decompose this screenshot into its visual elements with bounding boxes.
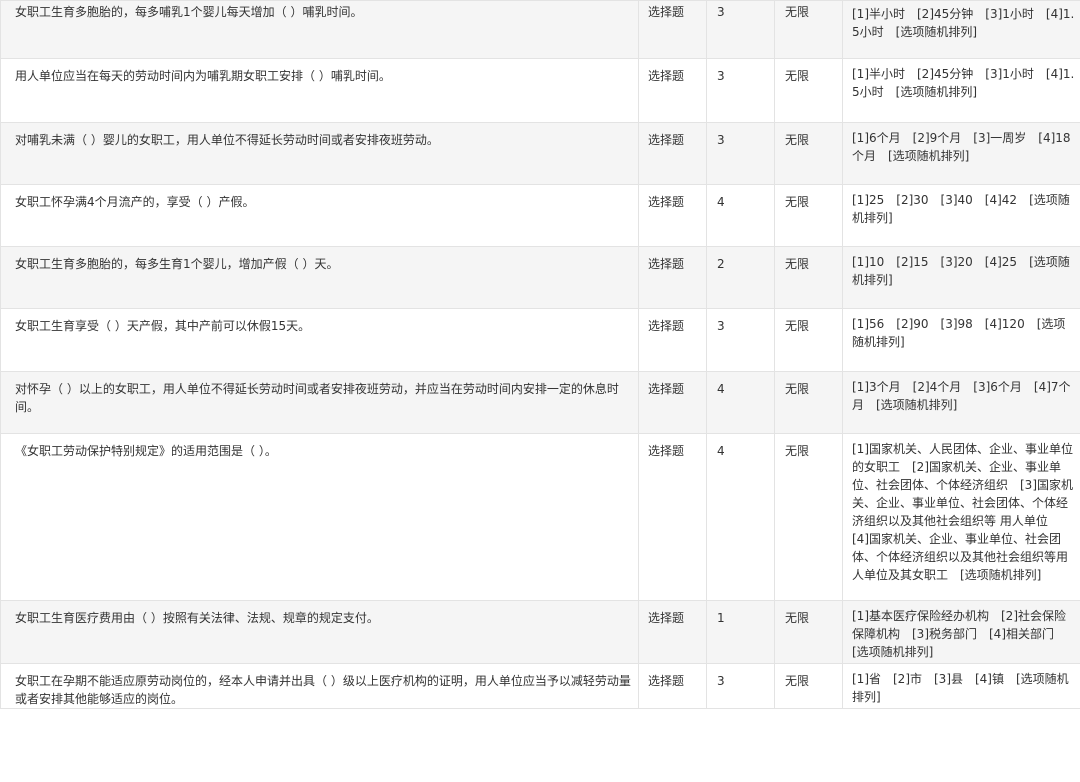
question-type: 选择题 (638, 600, 707, 664)
question-options: [1]国家机关、人民团体、企业、事业单位的女职工 [2]国家机关、企业、事业单位… (842, 433, 1080, 601)
question-score: 3 (706, 122, 775, 185)
question-limit: 无限 (774, 600, 843, 664)
question-text: 女职工生育享受（ ）天产假，其中产前可以休假15天。 (0, 308, 639, 372)
question-type: 选择题 (638, 0, 707, 59)
table-row: 用人单位应当在每天的劳动时间内为哺乳期女职工安排（ ）哺乳时间。 选择题 3 无… (0, 58, 1080, 123)
table-row: 女职工生育多胞胎的，每多生育1个婴儿，增加产假（ ）天。 选择题 2 无限 [1… (0, 246, 1080, 309)
question-options: [1]6个月 [2]9个月 [3]一周岁 [4]18个月 [选项随机排列] (842, 122, 1080, 185)
table-row: 女职工怀孕满4个月流产的，享受（ ）产假。 选择题 4 无限 [1]25 [2]… (0, 184, 1080, 247)
question-text: 女职工生育多胞胎的，每多生育1个婴儿，增加产假（ ）天。 (0, 246, 639, 309)
question-score: 3 (706, 58, 775, 123)
table-row: 女职工生育多胞胎的，每多哺乳1个婴儿每天增加（ ）哺乳时间。 选择题 3 无限 … (0, 0, 1080, 59)
question-type: 选择题 (638, 122, 707, 185)
question-limit: 无限 (774, 308, 843, 372)
question-type: 选择题 (638, 371, 707, 434)
question-options: [1]25 [2]30 [3]40 [4]42 [选项随机排列] (842, 184, 1080, 247)
question-text: 《女职工劳动保护特别规定》的适用范围是（ ）。 (0, 433, 639, 601)
question-type: 选择题 (638, 184, 707, 247)
question-limit: 无限 (774, 122, 843, 185)
table-row: 对哺乳未满（ ）婴儿的女职工，用人单位不得延长劳动时间或者安排夜班劳动。 选择题… (0, 122, 1080, 185)
question-options: [1]省 [2]市 [3]县 [4]镇 [选项随机排列] (842, 663, 1080, 709)
question-text: 用人单位应当在每天的劳动时间内为哺乳期女职工安排（ ）哺乳时间。 (0, 58, 639, 123)
question-score: 3 (706, 663, 775, 709)
question-limit: 无限 (774, 58, 843, 123)
table-row: 女职工生育医疗费用由（ ）按照有关法律、法规、规章的规定支付。 选择题 1 无限… (0, 600, 1080, 664)
question-options: [1]10 [2]15 [3]20 [4]25 [选项随机排列] (842, 246, 1080, 309)
table-row: 对怀孕（ ）以上的女职工，用人单位不得延长劳动时间或者安排夜班劳动，并应当在劳动… (0, 371, 1080, 434)
question-options: [1]半小时 [2]45分钟 [3]1小时 [4]1.5小时 [选项随机排列] (842, 58, 1080, 123)
question-text: 对哺乳未满（ ）婴儿的女职工，用人单位不得延长劳动时间或者安排夜班劳动。 (0, 122, 639, 185)
question-options: [1]3个月 [2]4个月 [3]6个月 [4]7个月 [选项随机排列] (842, 371, 1080, 434)
question-text: 对怀孕（ ）以上的女职工，用人单位不得延长劳动时间或者安排夜班劳动，并应当在劳动… (0, 371, 639, 434)
question-text: 女职工生育多胞胎的，每多哺乳1个婴儿每天增加（ ）哺乳时间。 (0, 0, 639, 59)
question-score: 1 (706, 600, 775, 664)
question-text: 女职工怀孕满4个月流产的，享受（ ）产假。 (0, 184, 639, 247)
question-limit: 无限 (774, 371, 843, 434)
question-type: 选择题 (638, 246, 707, 309)
question-limit: 无限 (774, 0, 843, 59)
question-score: 4 (706, 433, 775, 601)
question-text: 女职工在孕期不能适应原劳动岗位的，经本人申请并出具（ ）级以上医疗机构的证明，用… (0, 663, 639, 709)
table-row: 《女职工劳动保护特别规定》的适用范围是（ ）。 选择题 4 无限 [1]国家机关… (0, 433, 1080, 601)
question-score: 4 (706, 184, 775, 247)
question-limit: 无限 (774, 663, 843, 709)
question-score: 2 (706, 246, 775, 309)
question-score: 3 (706, 0, 775, 59)
question-limit: 无限 (774, 433, 843, 601)
question-score: 3 (706, 308, 775, 372)
question-table: 女职工生育多胞胎的，每多哺乳1个婴儿每天增加（ ）哺乳时间。 选择题 3 无限 … (0, 0, 1080, 709)
question-options: [1]半小时 [2]45分钟 [3]1小时 [4]1.5小时 [选项随机排列] (842, 0, 1080, 59)
question-type: 选择题 (638, 433, 707, 601)
question-text: 女职工生育医疗费用由（ ）按照有关法律、法规、规章的规定支付。 (0, 600, 639, 664)
question-options: [1]基本医疗保险经办机构 [2]社会保险保障机构 [3]税务部门 [4]相关部… (842, 600, 1080, 664)
table-row: 女职工在孕期不能适应原劳动岗位的，经本人申请并出具（ ）级以上医疗机构的证明，用… (0, 663, 1080, 709)
question-options: [1]56 [2]90 [3]98 [4]120 [选项随机排列] (842, 308, 1080, 372)
question-type: 选择题 (638, 663, 707, 709)
question-limit: 无限 (774, 184, 843, 247)
question-limit: 无限 (774, 246, 843, 309)
question-type: 选择题 (638, 58, 707, 123)
question-score: 4 (706, 371, 775, 434)
table-row: 女职工生育享受（ ）天产假，其中产前可以休假15天。 选择题 3 无限 [1]5… (0, 308, 1080, 372)
question-type: 选择题 (638, 308, 707, 372)
